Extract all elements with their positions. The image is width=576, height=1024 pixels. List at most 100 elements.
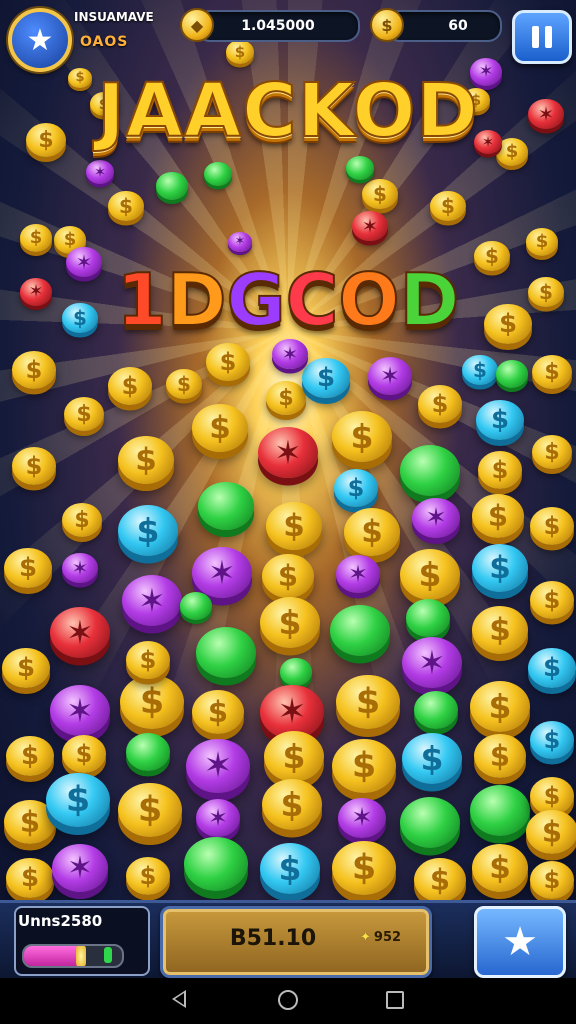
cyan-coin: $ bbox=[302, 357, 350, 399]
gold-coin: $ bbox=[6, 735, 54, 777]
recents-square-icon[interactable] bbox=[386, 991, 404, 1009]
gold-coin: $ bbox=[332, 410, 392, 462]
gold-coin: $ bbox=[430, 190, 466, 222]
purple-star-coin: ✶ bbox=[402, 636, 462, 688]
gold-coin: $ bbox=[336, 674, 400, 730]
gold-coin: $ bbox=[120, 674, 184, 730]
gold-coin: $ bbox=[192, 689, 244, 735]
gold-coin: $ bbox=[526, 228, 558, 256]
gold-coin: $ bbox=[118, 782, 182, 838]
green-gem-coin bbox=[280, 658, 312, 686]
player-subtitle: OAOS bbox=[80, 34, 129, 50]
gold-coin: $ bbox=[126, 641, 170, 679]
gold-coin: $ bbox=[260, 596, 320, 648]
purple-star-coin: ✶ bbox=[186, 738, 250, 794]
back-triangle-icon[interactable] bbox=[172, 990, 186, 1008]
gold-coin: $ bbox=[532, 435, 572, 469]
green-gem-coin bbox=[184, 836, 248, 892]
green-gem-coin bbox=[180, 592, 212, 620]
cyan-coin: $ bbox=[462, 354, 498, 386]
gold-coin: $ bbox=[526, 809, 576, 855]
purple-star-coin: ✶ bbox=[86, 160, 114, 184]
balance-pill: 1.045000 bbox=[196, 10, 360, 42]
title-letter: 1 bbox=[116, 257, 168, 343]
player-name: INSUAMAVE bbox=[74, 10, 154, 24]
gold-coin: $ bbox=[266, 381, 306, 415]
cyan-coin: $ bbox=[472, 544, 528, 592]
purple-star-coin: ✶ bbox=[338, 797, 386, 839]
purple-star-coin: ✶ bbox=[52, 844, 108, 892]
gold-coin: $ bbox=[12, 447, 56, 485]
green-gem-coin bbox=[196, 626, 256, 678]
green-gem-coin bbox=[126, 733, 170, 771]
star-icon: ★ bbox=[26, 22, 54, 58]
title-letter: D bbox=[399, 257, 461, 343]
cyan-coin: $ bbox=[530, 721, 574, 759]
gold-coin: $ bbox=[414, 857, 466, 903]
gold-coin: $ bbox=[400, 548, 460, 600]
gold-coin: $ bbox=[62, 735, 106, 773]
cyan-coin: $ bbox=[118, 504, 178, 556]
balance-value: 1.045000 bbox=[241, 18, 315, 34]
purple-star-coin: ✶ bbox=[336, 555, 380, 593]
gold-coin: $ bbox=[532, 355, 572, 389]
gold-coin: $ bbox=[418, 385, 462, 423]
red-star-coin: ✶ bbox=[352, 210, 388, 242]
gold-coin: $ bbox=[12, 351, 56, 389]
pause-icon-bar bbox=[545, 26, 552, 48]
title-letter: D bbox=[166, 257, 228, 343]
purple-star-coin: ✶ bbox=[50, 684, 110, 736]
gold-coin: $ bbox=[118, 436, 174, 484]
purple-star-coin: ✶ bbox=[272, 338, 308, 370]
gold-coin: $ bbox=[530, 507, 574, 545]
gold-coin: $ bbox=[264, 730, 324, 782]
jackpot-subtitle: 1DGCOD bbox=[0, 257, 576, 343]
gold-coin: $ bbox=[332, 840, 396, 896]
gold-coin: $ bbox=[6, 857, 54, 899]
star-button[interactable]: ★ bbox=[474, 906, 566, 978]
green-gem-coin bbox=[400, 444, 460, 496]
green-gem-coin bbox=[414, 691, 458, 729]
gold-coin: $ bbox=[478, 451, 522, 489]
red-star-coin: ✶ bbox=[258, 426, 318, 478]
cyan-coin: $ bbox=[528, 647, 576, 689]
gold-coin: $ bbox=[472, 493, 524, 539]
gold-coin: $ bbox=[64, 397, 104, 431]
gold-coin: $ bbox=[474, 733, 526, 779]
gold-coin: $ bbox=[226, 40, 254, 64]
star-icon: ★ bbox=[502, 919, 538, 965]
gold-coin: $ bbox=[472, 606, 528, 654]
gold-coin: $ bbox=[108, 367, 152, 405]
purple-star-coin: ✶ bbox=[196, 799, 240, 837]
cyan-coin: $ bbox=[46, 772, 110, 828]
gold-coin: $ bbox=[62, 503, 102, 537]
gold-coin: $ bbox=[332, 738, 396, 794]
cyan-coin: $ bbox=[402, 732, 462, 784]
gold-coin-icon: $ bbox=[370, 8, 404, 42]
bet-sub: ✦ 952 bbox=[360, 930, 401, 945]
gold-coin: $ bbox=[206, 343, 250, 381]
gold-coin: $ bbox=[530, 861, 574, 899]
pause-button[interactable] bbox=[512, 10, 572, 64]
gold-coin: $ bbox=[126, 857, 170, 895]
gold-coin: $ bbox=[470, 680, 530, 732]
purple-star-coin: ✶ bbox=[368, 357, 412, 395]
green-gem-coin bbox=[470, 784, 530, 836]
gold-coin: $ bbox=[530, 581, 574, 619]
green-gem-coin bbox=[496, 360, 528, 388]
gold-coin: $ bbox=[262, 778, 322, 830]
score-progress-fill bbox=[24, 946, 78, 966]
avatar[interactable]: ★ bbox=[8, 8, 72, 72]
diamond-icon: ✦ bbox=[360, 930, 371, 945]
green-gem-coin bbox=[330, 604, 390, 656]
green-gem-coin bbox=[406, 599, 450, 637]
gold-coin: $ bbox=[166, 368, 202, 400]
purple-star-coin: ✶ bbox=[192, 546, 252, 598]
title-letter: C bbox=[285, 257, 340, 343]
home-circle-icon[interactable] bbox=[278, 990, 298, 1010]
purple-star-coin: ✶ bbox=[122, 574, 182, 626]
gold-coin: $ bbox=[344, 508, 400, 556]
gold-coin: $ bbox=[4, 547, 52, 589]
gold-coin: $ bbox=[266, 502, 322, 550]
purple-star-coin: ✶ bbox=[412, 497, 460, 539]
